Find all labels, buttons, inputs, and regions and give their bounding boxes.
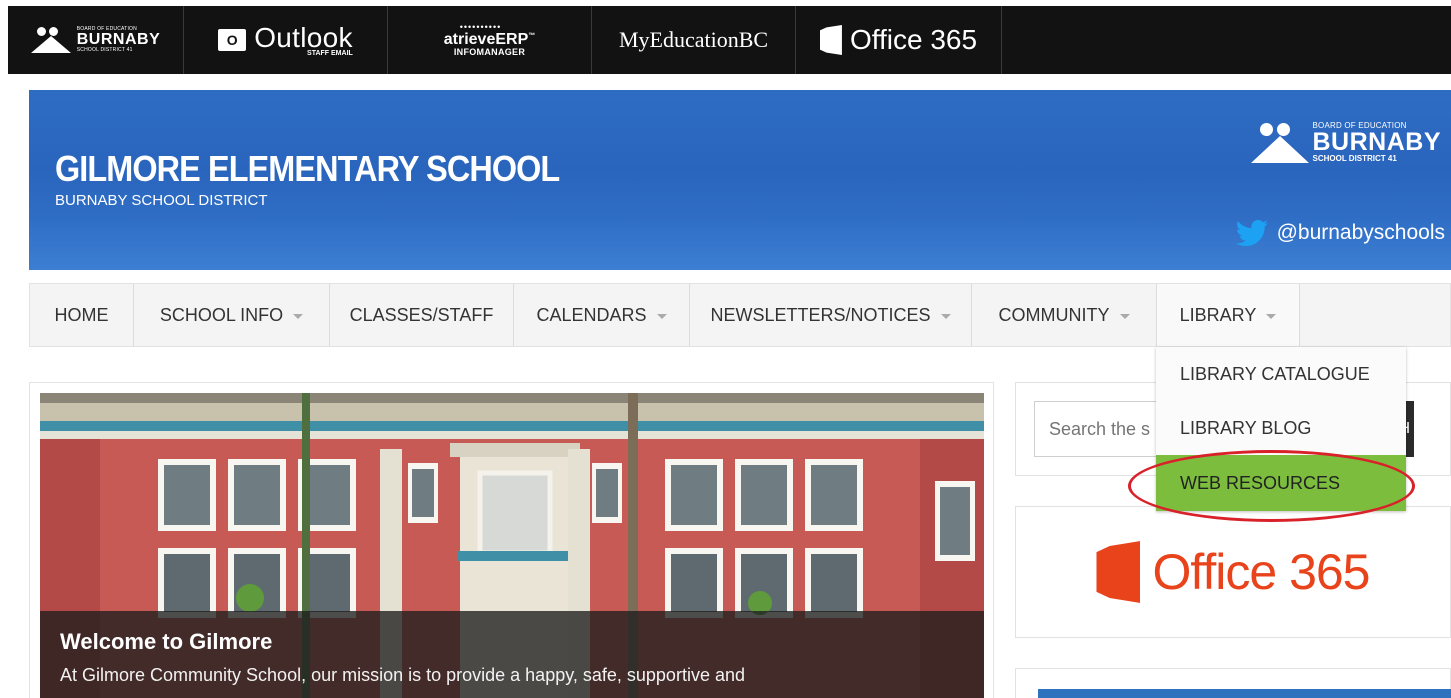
- atrieve-label: atrieveERP™: [444, 32, 536, 48]
- caret-down-icon: [293, 313, 304, 319]
- outlook-label: Outlook: [254, 21, 353, 53]
- site-subtitle: BURNABY SCHOOL DISTRICT: [55, 192, 268, 209]
- nav-label: CLASSES/STAFF: [349, 304, 494, 325]
- nav-label: COMMUNITY: [998, 304, 1110, 325]
- nav-classes-staff[interactable]: CLASSES/STAFF: [330, 284, 514, 346]
- logo-name: BURNABY: [76, 31, 161, 48]
- outlook-icon: O: [218, 29, 247, 51]
- nav-home[interactable]: HOME: [30, 284, 134, 346]
- myeducationbc-label: MyEducationBC: [618, 27, 769, 52]
- burnaby-people-icon: [1250, 122, 1309, 163]
- logo-district: SCHOOL DISTRICT 41: [76, 47, 133, 53]
- atrieve-name: atrieveERP: [443, 31, 529, 48]
- nav-school-info[interactable]: SCHOOL INFO: [134, 284, 330, 346]
- main-nav: HOME SCHOOL INFO CLASSES/STAFF CALENDARS…: [29, 283, 1451, 347]
- twitter-handle: @burnabyschools: [1276, 221, 1445, 244]
- outlook-sublabel: STAFF EMAIL: [307, 49, 353, 57]
- main-content-card: Welcome to Gilmore At Gilmore Community …: [29, 382, 994, 698]
- office365-widget-label: Office 365: [1152, 544, 1370, 600]
- caret-down-icon: [940, 313, 951, 319]
- outlook-link[interactable]: O Outlook STAFF EMAIL: [184, 6, 388, 74]
- hero-title[interactable]: Welcome to Gilmore: [60, 629, 272, 655]
- menu-item-label: LIBRARY CATALOGUE: [1180, 363, 1370, 384]
- burnaby-banner-logo-text: BOARD OF EDUCATION BURNABY SCHOOL DISTRI…: [1313, 122, 1442, 163]
- myeducationbc-link[interactable]: MyEducationBC: [592, 6, 796, 74]
- office365-widget[interactable]: Office 365: [1015, 506, 1451, 638]
- menu-item-library-catalogue[interactable]: LIBRARY CATALOGUE: [1156, 347, 1406, 401]
- caret-down-icon: [656, 313, 667, 319]
- nav-newsletters-notices[interactable]: NEWSLETTERS/NOTICES: [690, 284, 972, 346]
- office365-icon: [819, 25, 842, 55]
- top-utility-bar: BOARD OF EDUCATION BURNABY SCHOOL DISTRI…: [8, 6, 1451, 74]
- nav-label: LIBRARY: [1179, 304, 1257, 325]
- office365-icon: [1096, 541, 1141, 603]
- nav-community[interactable]: COMMUNITY: [972, 284, 1157, 346]
- burnaby-banner-logo[interactable]: BOARD OF EDUCATION BURNABY SCHOOL DISTRI…: [1250, 122, 1442, 163]
- logo-district: SCHOOL DISTRICT 41: [1312, 154, 1397, 163]
- bottom-widget: [1015, 668, 1451, 698]
- twitter-bird-icon: [1235, 220, 1268, 246]
- nav-calendars[interactable]: CALENDARS: [514, 284, 690, 346]
- nav-label: SCHOOL INFO: [159, 304, 284, 325]
- atrieve-sublabel: INFOMANAGER: [453, 47, 526, 57]
- burnaby-sd-link[interactable]: BOARD OF EDUCATION BURNABY SCHOOL DISTRI…: [8, 6, 184, 74]
- nav-label: NEWSLETTERS/NOTICES: [710, 304, 931, 325]
- caret-down-icon: [1266, 313, 1277, 319]
- atrieve-link[interactable]: •••••••••• atrieveERP™ INFOMANAGER: [388, 6, 592, 74]
- nav-label: CALENDARS: [536, 304, 647, 325]
- site-title[interactable]: GILMORE ELEMENTARY SCHOOL: [55, 148, 560, 190]
- hero-caption: Welcome to Gilmore At Gilmore Community …: [40, 611, 984, 698]
- hero-text: At Gilmore Community School, our mission…: [60, 665, 745, 685]
- nav-label: HOME: [54, 304, 109, 325]
- burnaby-people-icon: [30, 27, 71, 53]
- office365-label: Office 365: [849, 24, 978, 55]
- logo-name: BURNABY: [1312, 128, 1441, 156]
- menu-item-library-blog[interactable]: LIBRARY BLOG: [1156, 401, 1406, 455]
- nav-library[interactable]: LIBRARY: [1157, 284, 1300, 346]
- burnaby-logo-text: BOARD OF EDUCATION BURNABY SCHOOL DISTRI…: [77, 27, 161, 53]
- site-header-banner: GILMORE ELEMENTARY SCHOOL BURNABY SCHOOL…: [29, 90, 1451, 270]
- caret-down-icon: [1119, 313, 1130, 319]
- menu-item-label: LIBRARY BLOG: [1180, 417, 1312, 438]
- twitter-link[interactable]: @burnabyschools: [1235, 220, 1445, 246]
- widget-banner-image[interactable]: [1038, 689, 1451, 698]
- atrieve-tm: ™: [528, 32, 536, 40]
- red-annotation-circle: [1128, 450, 1415, 522]
- outlook-icon-letter: O: [226, 32, 238, 48]
- office365-top-link[interactable]: Office 365: [796, 6, 1002, 74]
- hero-slider[interactable]: Welcome to Gilmore At Gilmore Community …: [40, 393, 984, 698]
